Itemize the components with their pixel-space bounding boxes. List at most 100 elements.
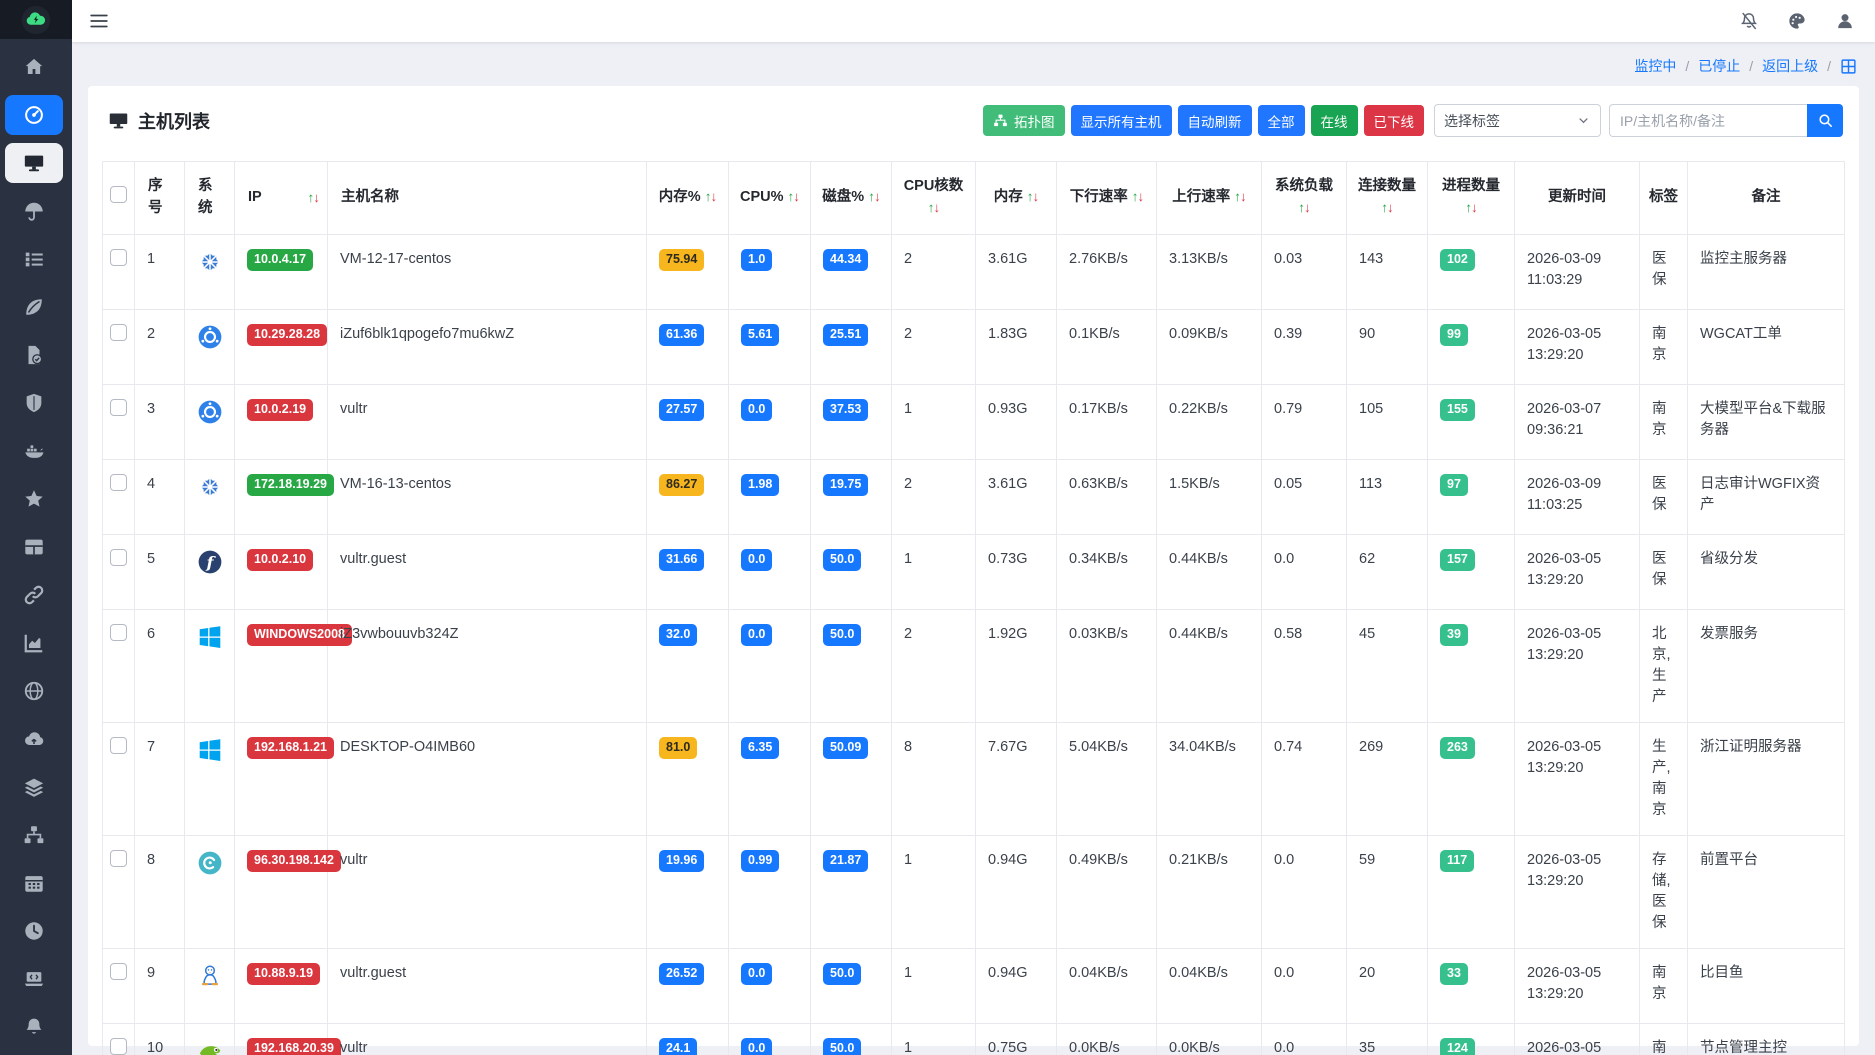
sort-icons[interactable]: ↑↓ xyxy=(1234,189,1246,204)
sidebar-item-leaf[interactable] xyxy=(5,287,63,327)
sidebar-item-shield[interactable] xyxy=(5,383,63,423)
auto-refresh-button[interactable]: 自动刷新 xyxy=(1177,105,1252,136)
row-checkbox[interactable] xyxy=(110,963,127,981)
ip-badge[interactable]: 10.0.2.19 xyxy=(247,399,314,421)
sort-desc-icon[interactable]: ↓ xyxy=(793,189,800,204)
search-input[interactable] xyxy=(1609,104,1807,137)
grid-view-icon[interactable] xyxy=(1840,58,1857,75)
row-checkbox[interactable] xyxy=(110,737,127,755)
sort-icons[interactable]: ↑↓ xyxy=(1381,200,1393,215)
ip-badge[interactable]: 192.168.1.21 xyxy=(247,737,334,759)
col-header-cores[interactable]: CPU核数 ↑↓ xyxy=(891,161,976,235)
sidebar-item-dashboard[interactable] xyxy=(5,95,63,135)
col-header-ip[interactable]: IP ↑↓ xyxy=(234,161,328,235)
filter-all-button[interactable]: 全部 xyxy=(1257,105,1305,136)
col-header-mem[interactable]: 内存 ↑↓ xyxy=(975,161,1057,235)
sort-desc-icon[interactable]: ↓ xyxy=(1033,189,1040,204)
sidebar-item-checklist[interactable] xyxy=(5,239,63,279)
row-checkbox[interactable] xyxy=(110,624,127,641)
topology-button[interactable]: 拓扑图 xyxy=(983,105,1065,136)
sidebar-item-link[interactable] xyxy=(5,575,63,615)
ip-badge[interactable]: 192.168.20.39 xyxy=(247,1038,341,1055)
terminal-icon xyxy=(23,968,45,990)
sort-desc-icon[interactable]: ↓ xyxy=(1471,200,1478,215)
host-list-card: 主机列表 拓扑图 显示所有主机 自动刷新 全部 在线 已下线 选择标签 IP/主… xyxy=(88,86,1859,1055)
ip-badge[interactable]: 172.18.19.29 xyxy=(247,474,334,496)
col-header-up[interactable]: 上行速率 ↑↓ xyxy=(1156,161,1262,235)
sort-desc-icon[interactable]: ↓ xyxy=(1304,200,1311,215)
sitemap-icon xyxy=(23,824,45,846)
breadcrumb-link[interactable]: 已停止 xyxy=(1698,56,1740,76)
col-header-mem_pct[interactable]: 内存% ↑↓ xyxy=(646,161,729,235)
row-checkbox[interactable] xyxy=(110,324,127,341)
sort-desc-icon[interactable]: ↓ xyxy=(1138,189,1145,204)
sort-desc-icon[interactable]: ↓ xyxy=(934,200,941,215)
col-label: 内存 xyxy=(993,189,1023,206)
sort-desc-icon[interactable]: ↓ xyxy=(874,189,881,204)
sidebar-item-cloud-upload[interactable] xyxy=(5,719,63,759)
row-checkbox[interactable] xyxy=(110,474,127,491)
sort-icons[interactable]: ↑↓ xyxy=(868,189,880,204)
os-fedora-icon: f xyxy=(197,549,223,575)
ip-badge[interactable]: 10.88.9.19 xyxy=(247,963,321,985)
user-icon[interactable] xyxy=(1835,11,1855,31)
sidebar-item-umbrella[interactable] xyxy=(5,191,63,231)
search-button[interactable] xyxy=(1807,104,1843,137)
sidebar-item-chart[interactable] xyxy=(5,623,63,663)
select-all-checkbox[interactable] xyxy=(110,185,127,203)
sidebar-item-home[interactable] xyxy=(5,47,63,87)
sort-icons[interactable]: ↑↓ xyxy=(1027,189,1039,204)
sort-icons[interactable]: ↑↓ xyxy=(1298,200,1310,215)
palette-icon[interactable] xyxy=(1787,11,1807,31)
sidebar-item-bell[interactable] xyxy=(5,1007,63,1047)
col-header-load[interactable]: 系统负载 ↑↓ xyxy=(1261,161,1347,235)
col-header-cpu_pct[interactable]: CPU% ↑↓ xyxy=(728,161,811,235)
col-header-procs[interactable]: 进程数量 ↑↓ xyxy=(1427,161,1515,235)
row-checkbox[interactable] xyxy=(110,249,127,266)
col-header-down[interactable]: 下行速率 ↑↓ xyxy=(1056,161,1157,235)
breadcrumb-link[interactable]: 返回上级 xyxy=(1762,56,1818,76)
sort-icons[interactable]: ↑↓ xyxy=(1132,189,1144,204)
tag-select[interactable]: 选择标签 xyxy=(1434,104,1601,137)
sort-desc-icon[interactable]: ↓ xyxy=(1387,200,1394,215)
sort-icons[interactable]: ↑↓ xyxy=(1465,200,1477,215)
sidebar-item-docker[interactable] xyxy=(5,431,63,471)
mem-cell: 0.94G xyxy=(988,965,1028,982)
ip-badge[interactable]: 96.30.198.142 xyxy=(247,850,341,872)
row-checkbox[interactable] xyxy=(110,1038,127,1055)
sidebar-item-hosts[interactable] xyxy=(5,143,63,183)
sort-desc-icon[interactable]: ↓ xyxy=(1240,189,1247,204)
ip-badge[interactable]: 10.0.4.17 xyxy=(247,249,314,271)
sidebar-item-clock[interactable] xyxy=(5,911,63,951)
sort-desc-icon[interactable]: ↓ xyxy=(710,189,717,204)
sidebar-item-star[interactable] xyxy=(5,479,63,519)
sort-icons[interactable]: ↑↓ xyxy=(928,200,940,215)
row-checkbox[interactable] xyxy=(110,399,127,416)
row-checkbox[interactable] xyxy=(110,549,127,566)
col-header-disk_pct[interactable]: 磁盘% ↑↓ xyxy=(810,161,892,235)
ip-badge[interactable]: 10.29.28.28 xyxy=(247,324,328,346)
notifications-off-icon[interactable] xyxy=(1739,11,1759,31)
sort-icons[interactable]: ↑↓ xyxy=(788,189,800,204)
up-cell: 0.21KB/s xyxy=(1169,852,1228,869)
sidebar-item-globe[interactable] xyxy=(5,671,63,711)
ip-badge[interactable]: 10.0.2.10 xyxy=(247,549,314,571)
show-all-hosts-button[interactable]: 显示所有主机 xyxy=(1070,105,1172,136)
hamburger-menu-icon[interactable] xyxy=(88,10,110,32)
ip-badge[interactable]: WINDOWS2008 xyxy=(247,624,352,646)
sidebar-item-sitemap[interactable] xyxy=(5,815,63,855)
sort-icons[interactable]: ↑↓ xyxy=(705,189,717,204)
sort-icons[interactable]: ↑↓ xyxy=(308,188,320,208)
row-checkbox[interactable] xyxy=(110,850,127,868)
breadcrumb-link[interactable]: 监控中 xyxy=(1634,56,1676,76)
sidebar-item-file-check[interactable] xyxy=(5,335,63,375)
filter-online-button[interactable]: 在线 xyxy=(1310,105,1358,136)
sidebar-item-table[interactable] xyxy=(5,527,63,567)
sidebar-item-layers[interactable] xyxy=(5,767,63,807)
sidebar-item-terminal[interactable] xyxy=(5,959,63,999)
sidebar-item-calendar[interactable] xyxy=(5,863,63,903)
sort-desc-icon[interactable]: ↓ xyxy=(313,190,320,205)
app-logo[interactable] xyxy=(0,0,72,39)
col-header-conns[interactable]: 连接数量 ↑↓ xyxy=(1346,161,1428,235)
filter-offline-button[interactable]: 已下线 xyxy=(1363,105,1424,136)
